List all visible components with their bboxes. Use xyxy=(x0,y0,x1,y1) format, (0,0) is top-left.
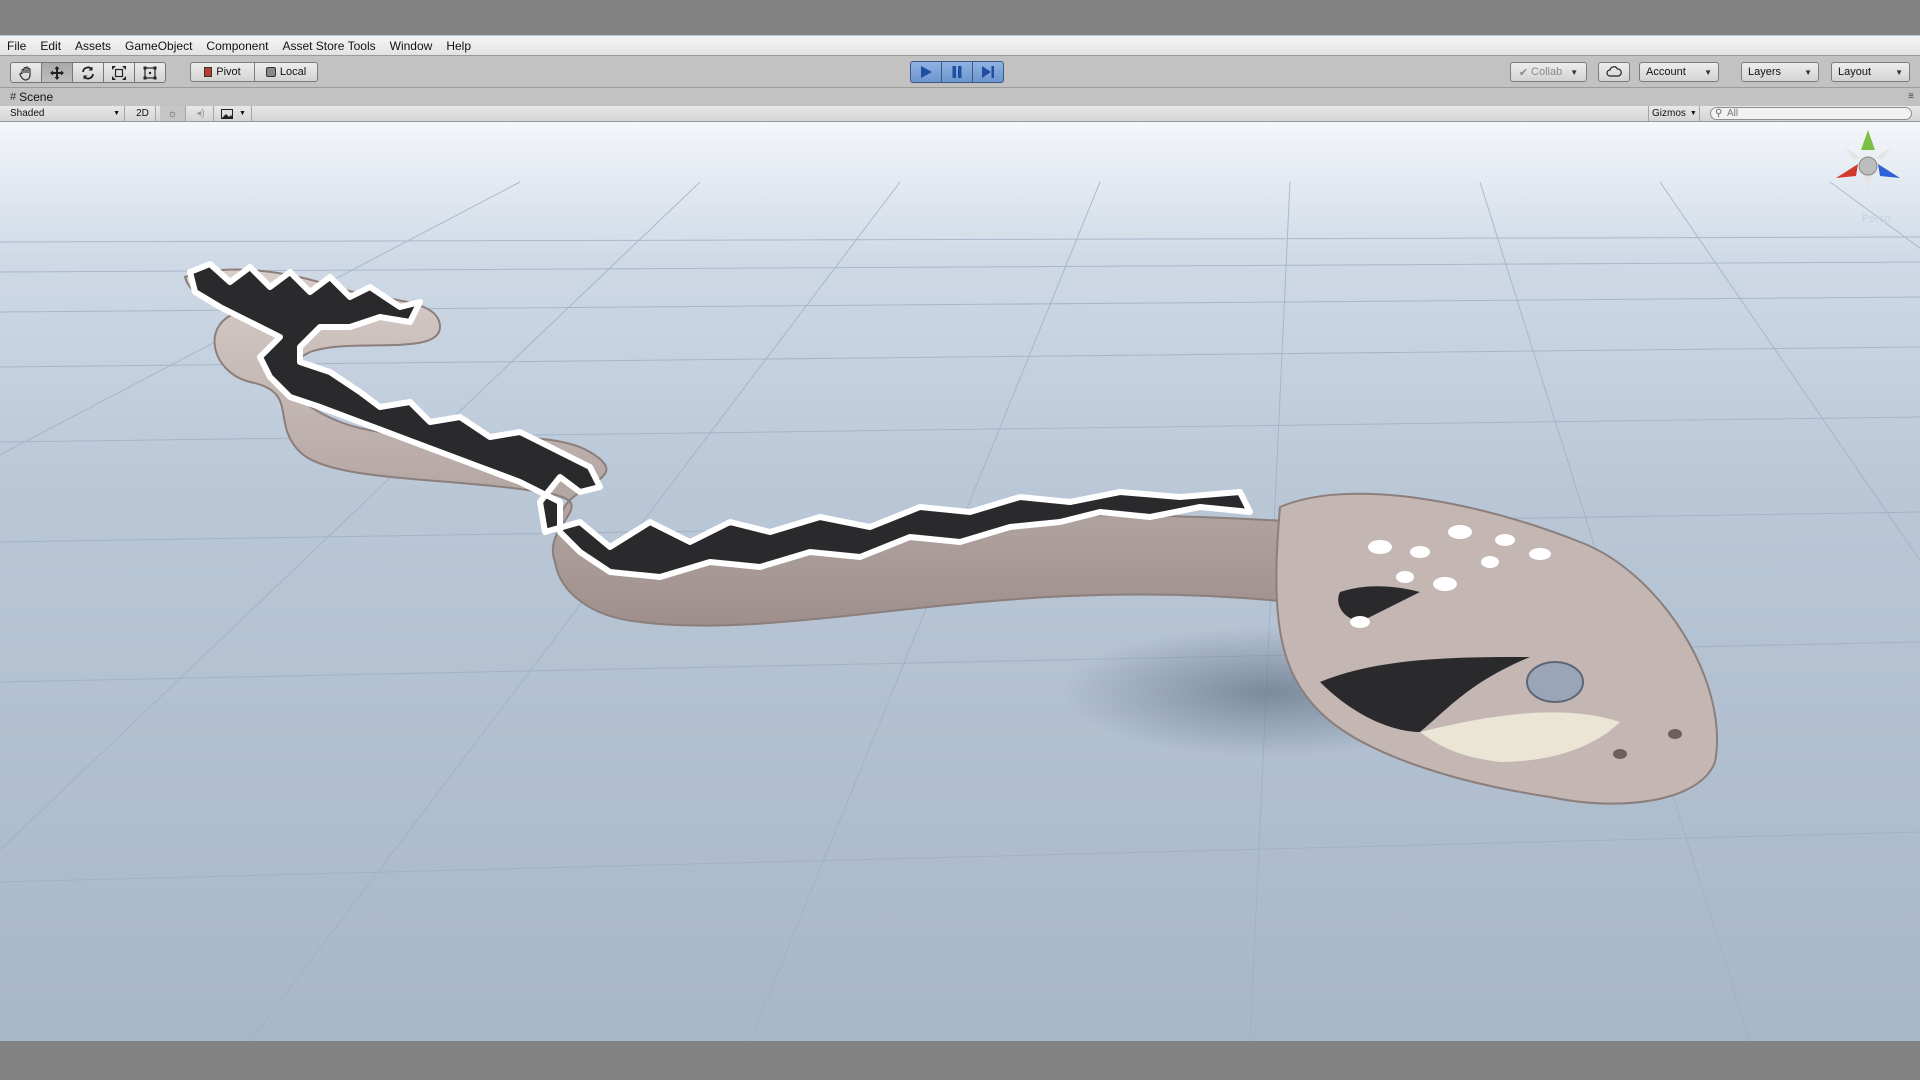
2d-toggle[interactable]: 2D xyxy=(130,106,156,121)
layout-dropdown[interactable]: Layout ▼ xyxy=(1831,62,1910,82)
menu-edit[interactable]: Edit xyxy=(33,36,68,56)
local-label: Local xyxy=(279,66,307,78)
snake-model xyxy=(183,261,1718,805)
sun-icon: ☼ xyxy=(167,107,178,120)
local-toggle[interactable]: Local xyxy=(254,62,318,82)
collab-dropdown[interactable]: ✔ Collab ▼ xyxy=(1510,62,1587,82)
persp-label[interactable]: Persp xyxy=(1862,213,1891,225)
hand-tool-button[interactable] xyxy=(10,62,42,83)
chevron-down-icon: ▼ xyxy=(1804,67,1812,77)
hand-tool-icon xyxy=(19,65,31,81)
z-axis-cone[interactable] xyxy=(1878,164,1900,178)
image-icon xyxy=(221,108,234,119)
menu-component[interactable]: Component xyxy=(199,36,275,56)
orientation-gizmo[interactable] xyxy=(1836,130,1900,190)
cloud-icon xyxy=(1606,66,1622,77)
account-label: Account xyxy=(1646,66,1686,78)
scene-tab-label: Scene xyxy=(19,90,54,104)
menu-window[interactable]: Window xyxy=(383,36,440,56)
2d-label: 2D xyxy=(136,108,149,119)
menu-gameobject[interactable]: GameObject xyxy=(118,36,199,56)
status-bar xyxy=(0,1041,1920,1080)
account-dropdown[interactable]: Account ▼ xyxy=(1639,62,1719,82)
layers-label: Layers xyxy=(1748,66,1782,78)
step-icon xyxy=(982,66,994,78)
chevron-down-icon: ▼ xyxy=(239,110,246,117)
playback-controls xyxy=(910,61,1004,83)
lighting-toggle[interactable]: ☼ xyxy=(160,106,186,121)
layout-label: Layout xyxy=(1838,66,1872,78)
chevron-down-icon: ▼ xyxy=(113,110,120,117)
search-icon: ⚲ xyxy=(1715,108,1723,119)
scene-render: Persp xyxy=(0,130,1920,1041)
local-icon xyxy=(265,67,276,77)
menu-assets[interactable]: Assets xyxy=(68,36,118,56)
move-tool-icon xyxy=(50,65,64,80)
menu-bar: File Edit Assets GameObject Component As… xyxy=(0,35,1920,56)
pause-button[interactable] xyxy=(941,61,973,83)
menu-file[interactable]: File xyxy=(0,36,33,56)
menu-asset-store-tools[interactable]: Asset Store Tools xyxy=(275,36,382,56)
play-icon xyxy=(921,66,932,78)
scale-tool-icon xyxy=(112,65,126,80)
x-axis-cone[interactable] xyxy=(1836,164,1858,178)
shading-mode-dropdown[interactable]: Shaded ▼ xyxy=(0,106,125,121)
play-button[interactable] xyxy=(910,61,942,83)
main-toolbar: Pivot Local ✔ Collab ▼ Account ▼ Layers … xyxy=(0,56,1920,88)
search-placeholder: All xyxy=(1727,108,1739,119)
scene-tab-bar: # Scene ≡ xyxy=(0,88,1920,106)
step-button[interactable] xyxy=(972,61,1004,83)
collab-label: Collab xyxy=(1531,66,1563,78)
menu-help[interactable]: Help xyxy=(439,36,478,56)
pause-icon xyxy=(952,66,962,78)
pivot-toggle[interactable]: Pivot xyxy=(190,62,255,82)
chevron-down-icon: ▼ xyxy=(1689,110,1697,117)
scene-toolbar: Shaded ▼ 2D ☼ ◂) ▼ Gizmos ▼ ⚲ All xyxy=(0,106,1920,122)
shading-mode-value: Shaded xyxy=(10,108,45,119)
check-icon: ✔ xyxy=(1518,66,1529,79)
rotate-tool-icon xyxy=(82,66,94,79)
grid-icon: # xyxy=(10,91,17,103)
panel-menu-icon[interactable]: ≡ xyxy=(1908,91,1914,102)
chevron-down-icon: ▼ xyxy=(1570,67,1579,77)
effects-dropdown[interactable]: ▼ xyxy=(216,106,252,121)
rotate-tool-button[interactable] xyxy=(72,62,104,83)
rect-tool-button[interactable] xyxy=(134,62,166,83)
scale-tool-button[interactable] xyxy=(103,62,135,83)
pivot-icon xyxy=(204,67,213,77)
snake-eye xyxy=(1526,661,1584,703)
cloud-button[interactable] xyxy=(1598,62,1630,82)
pivot-label: Pivot xyxy=(216,66,241,78)
gizmos-label: Gizmos xyxy=(1652,108,1686,119)
layers-dropdown[interactable]: Layers ▼ xyxy=(1741,62,1819,82)
scene-search-input[interactable]: ⚲ All xyxy=(1710,107,1912,120)
chevron-down-icon: ▼ xyxy=(1895,67,1903,77)
gizmos-dropdown[interactable]: Gizmos ▼ xyxy=(1648,106,1700,121)
audio-toggle[interactable]: ◂) xyxy=(188,106,214,121)
rect-tool-icon xyxy=(143,66,157,79)
speaker-icon: ◂) xyxy=(196,108,205,119)
y-axis-cone[interactable] xyxy=(1861,130,1875,150)
tab-scene[interactable]: # Scene xyxy=(6,88,63,106)
scene-viewport[interactable]: Persp xyxy=(0,122,1920,1041)
chevron-down-icon: ▼ xyxy=(1704,67,1712,77)
transform-tools xyxy=(10,62,166,83)
move-tool-button[interactable] xyxy=(41,62,73,83)
